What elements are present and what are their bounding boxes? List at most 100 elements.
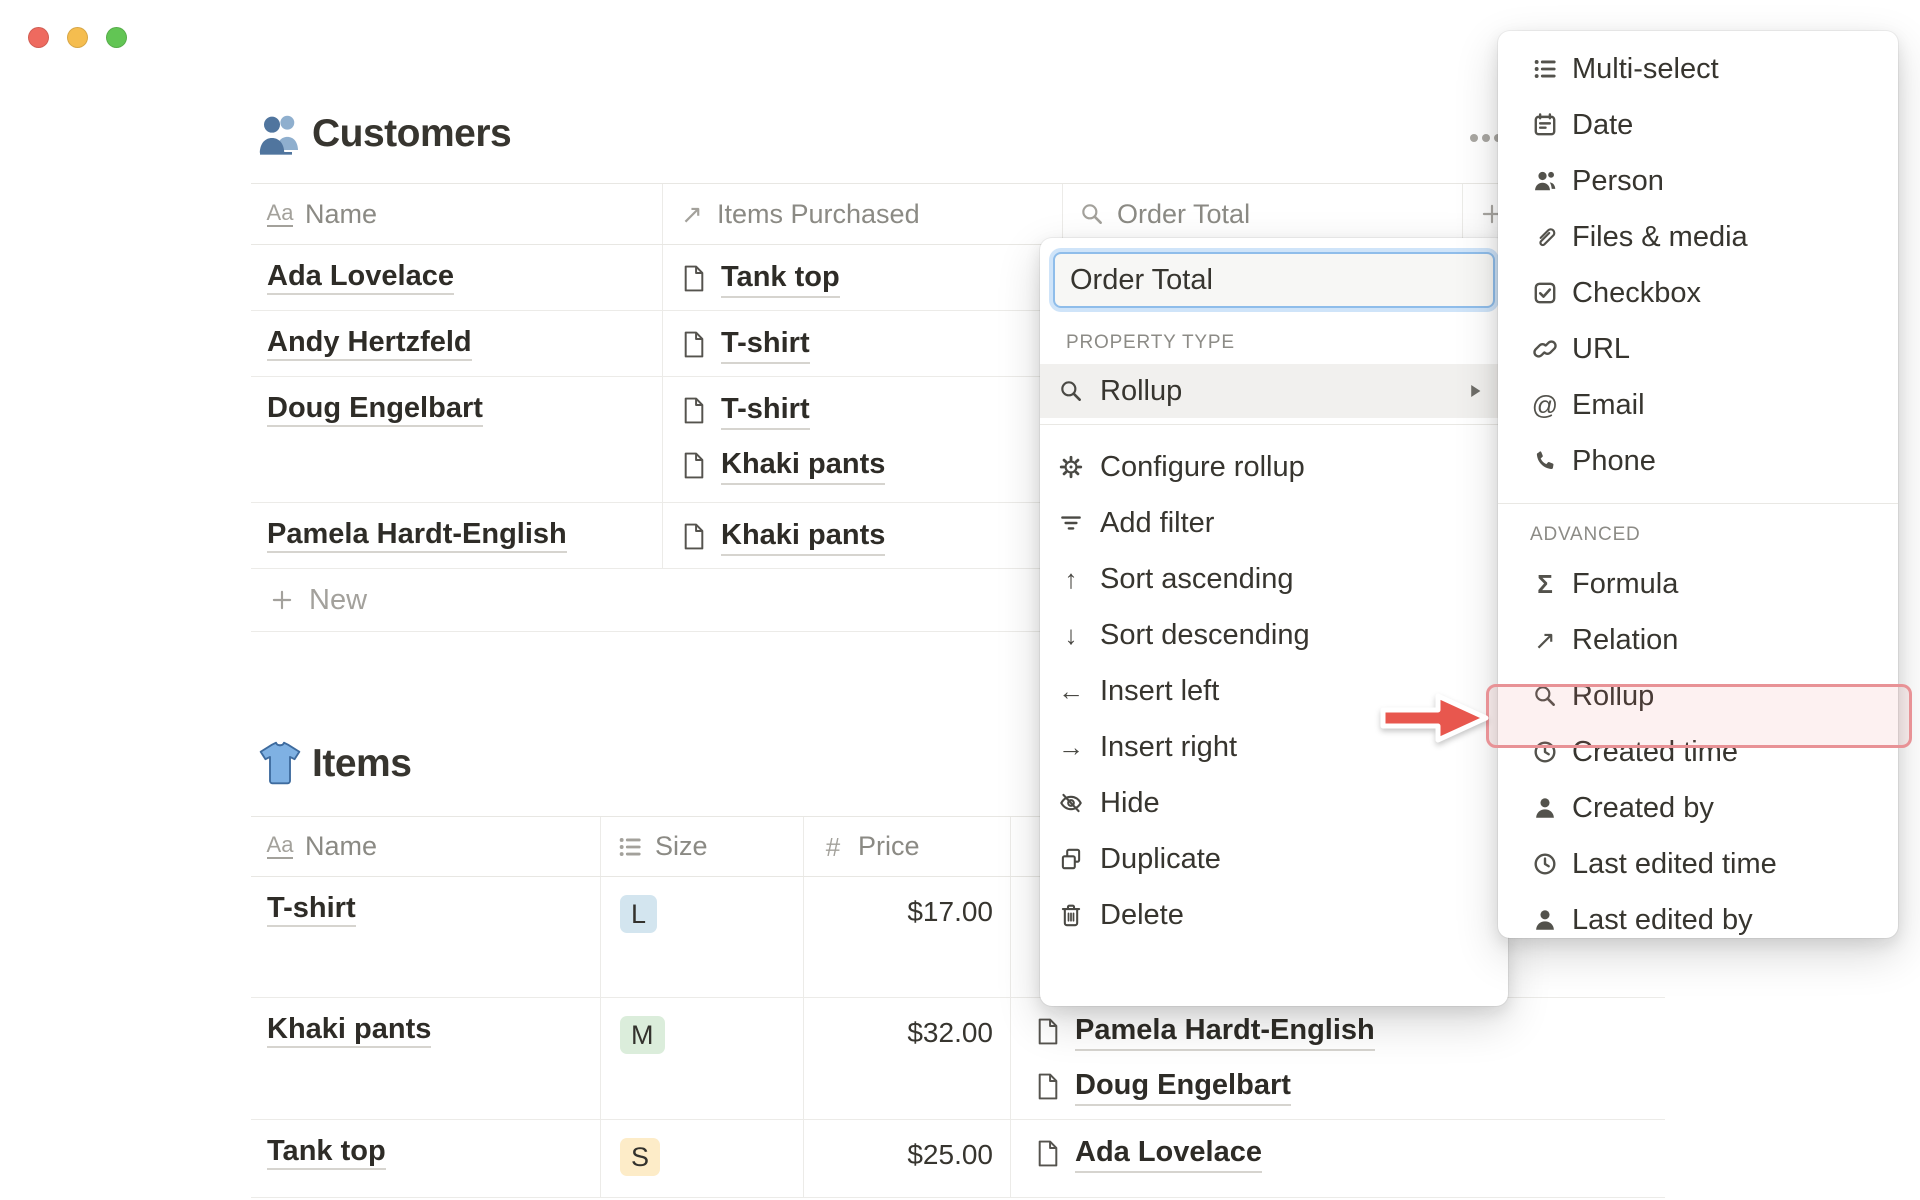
type-option-relation[interactable]: ↗ Relation xyxy=(1498,612,1898,668)
property-name-input[interactable] xyxy=(1053,252,1495,308)
name-cell[interactable]: Khaki pants xyxy=(251,998,600,1119)
items-section-title: Items xyxy=(256,740,412,788)
menu-item-sort-descending[interactable]: ↓ Sort descending xyxy=(1040,607,1508,663)
items-purchased-cell[interactable]: Khaki pants xyxy=(662,503,1062,568)
menu-item-sort-ascending[interactable]: ↑ Sort ascending xyxy=(1040,551,1508,607)
column-header-name[interactable]: Aa Name xyxy=(251,817,600,876)
size-tag[interactable]: L xyxy=(620,895,658,933)
relation-chip[interactable]: Pamela Hardt-English xyxy=(1033,1011,1649,1051)
page-link[interactable]: Ada Lovelace xyxy=(267,260,454,295)
column-header-size[interactable]: Size xyxy=(600,817,803,876)
menu-item-label: Hide xyxy=(1100,786,1160,819)
size-cell[interactable]: L xyxy=(600,877,803,997)
page-link[interactable]: T-shirt xyxy=(721,325,810,364)
name-cell[interactable]: Tank top xyxy=(251,1120,600,1197)
menu-item-label: Sort descending xyxy=(1100,618,1310,651)
size-tag[interactable]: M xyxy=(620,1016,665,1054)
purchased-by-cell[interactable]: Pamela Hardt-English Doug Engelbart xyxy=(1010,998,1665,1119)
divider xyxy=(1498,503,1898,504)
property-type-value: Rollup xyxy=(1100,374,1183,407)
relation-chip[interactable]: Khaki pants xyxy=(679,516,1046,556)
column-header-name[interactable]: Aa Name xyxy=(251,184,662,244)
relation-chip[interactable]: T-shirt xyxy=(679,390,1046,430)
type-option-last-edited-time[interactable]: Last edited time xyxy=(1498,836,1898,892)
name-cell[interactable]: Pamela Hardt-English xyxy=(251,503,662,568)
items-purchased-cell[interactable]: Tank top xyxy=(662,245,1062,310)
page-link[interactable]: Pamela Hardt-English xyxy=(1075,1012,1375,1051)
type-option-label: Multi-select xyxy=(1572,52,1719,85)
menu-item-add-filter[interactable]: Add filter xyxy=(1040,495,1508,551)
page-link[interactable]: Doug Engelbart xyxy=(1075,1067,1291,1106)
minimize-button[interactable] xyxy=(67,27,88,48)
page-link[interactable]: T-shirt xyxy=(721,391,810,430)
type-option-created-by[interactable]: Created by xyxy=(1498,780,1898,836)
type-option-email[interactable]: @ Email xyxy=(1498,377,1898,433)
type-option-label: URL xyxy=(1572,332,1631,365)
rollup-highlight-annotation xyxy=(1486,684,1912,748)
new-row-label: New xyxy=(309,583,368,616)
type-option-label: Email xyxy=(1572,388,1645,421)
type-option-date[interactable]: Date xyxy=(1498,97,1898,153)
name-cell[interactable]: Ada Lovelace xyxy=(251,245,662,310)
type-option-formula[interactable]: Σ Formula xyxy=(1498,556,1898,612)
page-link[interactable]: Khaki pants xyxy=(721,446,886,485)
divider xyxy=(1040,424,1508,425)
menu-item-duplicate[interactable]: Duplicate xyxy=(1040,831,1508,887)
name-cell[interactable]: Doug Engelbart xyxy=(251,377,662,502)
size-cell[interactable]: M xyxy=(600,998,803,1119)
size-tag[interactable]: S xyxy=(620,1138,661,1176)
type-option-last-edited-by[interactable]: Last edited by xyxy=(1498,892,1898,938)
page-link[interactable]: Ada Lovelace xyxy=(1075,1134,1262,1173)
column-header-items-purchased[interactable]: ↗ Items Purchased xyxy=(662,184,1062,244)
text-icon: Aa xyxy=(266,199,294,227)
type-option-checkbox[interactable]: Checkbox xyxy=(1498,265,1898,321)
column-header-order-total[interactable]: Order Total xyxy=(1062,184,1462,244)
size-cell[interactable]: S xyxy=(600,1120,803,1197)
menu-item-configure-rollup[interactable]: Configure rollup xyxy=(1040,439,1508,495)
ellipsis-icon xyxy=(1482,134,1490,142)
page-link[interactable]: Tank top xyxy=(267,1135,386,1170)
relation-chip[interactable]: Ada Lovelace xyxy=(1033,1133,1649,1173)
price-cell[interactable]: $17.00 xyxy=(803,877,1010,997)
trash-icon xyxy=(1056,900,1086,930)
window-controls xyxy=(28,27,127,48)
menu-item-hide[interactable]: Hide xyxy=(1040,775,1508,831)
page-link[interactable]: Khaki pants xyxy=(267,1013,432,1048)
page-link[interactable]: Khaki pants xyxy=(721,517,886,556)
relation-chip[interactable]: Khaki pants xyxy=(679,445,1046,485)
page-link[interactable]: Doug Engelbart xyxy=(267,392,483,427)
price-cell[interactable]: $25.00 xyxy=(803,1120,1010,1197)
page-link[interactable]: Tank top xyxy=(721,259,840,298)
purchased-by-cell[interactable]: Ada Lovelace xyxy=(1010,1120,1665,1197)
type-option-multi-select[interactable]: Multi-select xyxy=(1498,41,1898,97)
property-type-selected-row[interactable]: Rollup xyxy=(1040,364,1508,418)
person-filled-icon xyxy=(1530,905,1560,935)
name-cell[interactable]: T-shirt xyxy=(251,877,600,997)
page-link[interactable]: Andy Hertzfeld xyxy=(267,326,472,361)
type-option-person[interactable]: Person xyxy=(1498,153,1898,209)
items-purchased-cell[interactable]: T-shirt xyxy=(662,311,1062,376)
filter-icon xyxy=(1056,508,1086,538)
type-option-label: Phone xyxy=(1572,444,1656,477)
ellipsis-icon xyxy=(1470,134,1478,142)
page-link[interactable]: T-shirt xyxy=(267,892,356,927)
items-purchased-cell[interactable]: T-shirt Khaki pants xyxy=(662,377,1062,502)
relation-chip[interactable]: T-shirt xyxy=(679,324,1046,364)
menu-item-label: Delete xyxy=(1100,898,1184,931)
menu-item-label: Sort ascending xyxy=(1100,562,1294,595)
type-option-phone[interactable]: Phone xyxy=(1498,433,1898,489)
column-header-price[interactable]: # Price xyxy=(803,817,1010,876)
close-button[interactable] xyxy=(28,27,49,48)
zoom-button[interactable] xyxy=(106,27,127,48)
type-option-url[interactable]: URL xyxy=(1498,321,1898,377)
price-cell[interactable]: $32.00 xyxy=(803,998,1010,1119)
advanced-section-label: ADVANCED xyxy=(1530,524,1641,545)
table-row: Tank top S $25.00 Ada Lovelace xyxy=(251,1120,1665,1198)
relation-chip[interactable]: Doug Engelbart xyxy=(1033,1066,1649,1106)
type-option-files-media[interactable]: Files & media xyxy=(1498,209,1898,265)
name-cell[interactable]: Andy Hertzfeld xyxy=(251,311,662,376)
page-link[interactable]: Pamela Hardt-English xyxy=(267,518,567,553)
relation-chip[interactable]: Tank top xyxy=(679,258,1046,298)
menu-item-delete[interactable]: Delete xyxy=(1040,887,1508,943)
menu-item-label: Add filter xyxy=(1100,506,1215,539)
